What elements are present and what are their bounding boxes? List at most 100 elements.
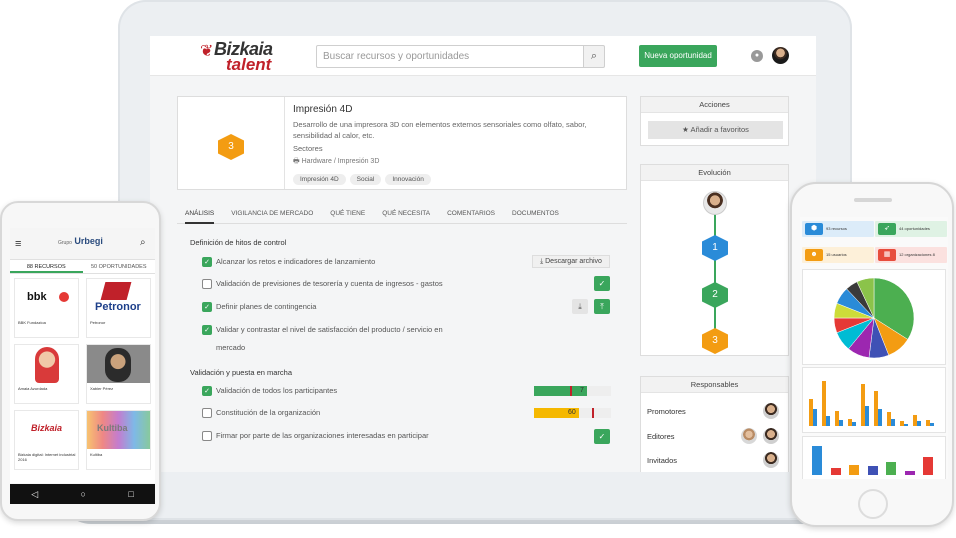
checkbox-checked[interactable]: ✓ <box>202 257 212 267</box>
stage-hexagon-2[interactable]: 2 <box>702 282 728 308</box>
search-input[interactable]: Buscar recursos y oportunidades <box>316 45 604 68</box>
search-icon[interactable]: ⌕ <box>140 237 146 248</box>
editor-avatar[interactable] <box>763 428 779 444</box>
tag-list: Impresión 4D Social Innovación <box>293 174 431 185</box>
project-stage-hexagon: 3 <box>218 134 244 160</box>
notifications-icon[interactable]: ● <box>751 50 763 62</box>
home-button[interactable] <box>858 489 888 519</box>
card-image: Kultiba <box>87 411 150 449</box>
checkbox-checked[interactable]: ✓ <box>202 302 212 312</box>
tab-que-tiene[interactable]: QUÉ TIENE <box>330 206 365 223</box>
bar-blue-5 <box>878 408 882 426</box>
confirm-button[interactable]: ✓ <box>594 429 610 444</box>
card-image <box>15 345 78 383</box>
android-tabs: 88 RECURSOS 50 OPORTUNIDADES <box>10 260 155 274</box>
panel-title: Acciones <box>641 97 788 113</box>
tab-que-necesita[interactable]: QUÉ NECESITA <box>382 206 430 223</box>
checkbox-unchecked[interactable] <box>202 408 212 418</box>
sectors-label: Sectores <box>293 144 323 153</box>
card-title: Xabier Pérez <box>90 386 114 391</box>
bar-blue-7 <box>904 423 908 426</box>
resource-card[interactable]: Xabier Pérez <box>86 344 151 404</box>
project-card: 3 Impresión 4D Desarrollo de una impreso… <box>177 96 627 190</box>
logo-text-bottom: talent <box>226 55 272 74</box>
add-to-favorites-label: Añadir a favoritos <box>690 125 749 134</box>
pie-chart-panel <box>802 269 946 365</box>
user-avatar[interactable] <box>772 47 789 64</box>
top-bar: ❦ Bizkaia talent Buscar recursos y oport… <box>150 36 816 76</box>
tab-oportunidades[interactable]: 50 OPORTUNIDADES <box>83 260 156 273</box>
panel-title: Evolución <box>641 165 788 181</box>
resource-card[interactable]: Amaia Azurdada <box>14 344 79 404</box>
milestone-text: Alcanzar los retos e indicadores de lanz… <box>216 257 376 266</box>
stage-hexagon-1[interactable]: 1 <box>702 235 728 261</box>
android-screen: ≡ Grupo Urbegi ⌕ 88 RECURSOS 50 OPORTUNI… <box>10 228 155 483</box>
checkbox-unchecked[interactable] <box>202 431 212 441</box>
bar-3 <box>867 466 878 475</box>
card-title: Kultiba <box>90 452 103 457</box>
divider <box>284 97 285 189</box>
search-icon: ⌕ <box>590 50 598 62</box>
stat-oportunidades: ➶ 44 oportunidades <box>875 221 947 237</box>
bar-blue-2 <box>839 420 843 426</box>
add-to-favorites-button[interactable]: ★ Añadir a favoritos <box>648 121 783 139</box>
tag[interactable]: Impresión 4D <box>293 174 346 185</box>
upload-icon: ⤒ <box>600 302 604 311</box>
card-title: BBK Fundazioa <box>18 320 46 325</box>
home-icon[interactable]: ○ <box>81 489 86 499</box>
card-image <box>87 345 150 383</box>
card-title: Bizkaia digital: Internet industrial 201… <box>18 452 76 462</box>
star-icon: ★ <box>682 125 689 134</box>
score-marker <box>592 408 594 418</box>
milestone-text: Validación de previsiones de tesorería y… <box>216 279 443 288</box>
tab-documentos[interactable]: DOCUMENTOS <box>512 206 559 223</box>
iphone: ⬢ 93 recursos ➶ 44 oportunidades ☻ 15 usuar… <box>790 182 954 527</box>
card-image: bbk <box>15 279 78 317</box>
tab-comentarios[interactable]: COMENTARIOS <box>447 206 495 223</box>
confirm-button[interactable]: ✓ <box>594 276 610 291</box>
menu-icon[interactable]: ≡ <box>15 238 21 250</box>
new-opportunity-button[interactable]: Nueva oportunidad <box>639 45 717 67</box>
checkbox-checked[interactable]: ✓ <box>202 386 212 396</box>
stat-value: 15 usuarios <box>826 252 847 257</box>
role-promotores: Promotores <box>647 407 686 416</box>
bar-blue-6 <box>891 418 895 426</box>
score-marker <box>570 386 572 396</box>
resource-card[interactable]: bbk BBK Fundazioa <box>14 278 79 338</box>
checkbox-checked[interactable]: ✓ <box>202 325 212 335</box>
download-file-button[interactable]: ⤓ Descargar archivo <box>532 255 610 268</box>
recents-icon[interactable]: □ <box>128 489 133 499</box>
resource-card[interactable]: Petronor Petronor <box>86 278 151 338</box>
promoter-avatar[interactable] <box>763 403 779 419</box>
checkbox-unchecked[interactable] <box>202 279 212 289</box>
back-icon[interactable]: ◁ <box>31 489 38 500</box>
stage-hexagon-3[interactable]: 3 <box>702 328 728 354</box>
bizkaia-talent-logo[interactable]: ❦ Bizkaia talent <box>200 39 310 75</box>
colored-bar-chart <box>809 443 941 475</box>
owner-avatar[interactable] <box>703 191 727 215</box>
bar-2 <box>849 465 860 475</box>
bar-5 <box>904 471 915 475</box>
users-icon: ☻ <box>805 249 823 261</box>
guest-avatar[interactable] <box>763 452 779 468</box>
printer-icon: 🖶 <box>293 158 300 165</box>
stat-organizaciones: ▦12 organizaciones 8 grupos <box>875 247 947 273</box>
download-button[interactable]: ⤓ <box>572 299 588 314</box>
tab-recursos[interactable]: 88 RECURSOS <box>10 260 83 273</box>
search-button[interactable]: ⌕ <box>583 45 605 68</box>
bar-blue-0 <box>813 408 817 426</box>
project-tabs: ANÁLISIS VIGILANCIA DE MERCADO QUÉ TIENE… <box>177 206 627 224</box>
bar-blue-3 <box>852 422 856 426</box>
bizkaia-logo: Bizkaia <box>31 423 63 433</box>
petronor-logo: Petronor <box>95 301 141 313</box>
tab-analisis[interactable]: ANÁLISIS <box>185 206 215 224</box>
tab-vigilancia[interactable]: VIGILANCIA DE MERCADO <box>231 206 313 223</box>
editor-avatar[interactable] <box>741 428 757 444</box>
tag[interactable]: Social <box>349 174 382 185</box>
grouped-bar-chart <box>809 376 941 426</box>
resource-card[interactable]: Kultiba Kultiba <box>86 410 151 470</box>
upload-button[interactable]: ⤒ <box>594 299 610 314</box>
tag[interactable]: Innovación <box>385 174 431 185</box>
resource-card[interactable]: Bizkaia Bizkaia digital: Internet indust… <box>14 410 79 470</box>
check-icon: ✓ <box>598 432 606 441</box>
